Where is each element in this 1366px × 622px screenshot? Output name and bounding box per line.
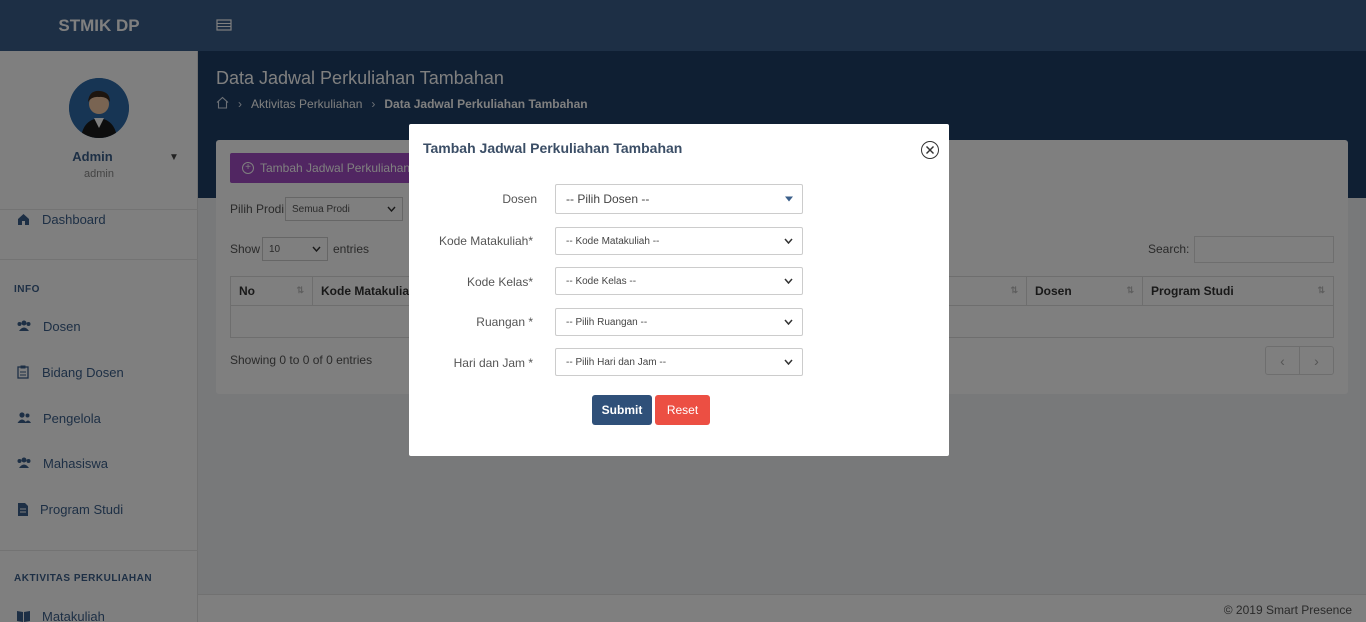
submit-button[interactable]: Submit bbox=[592, 395, 652, 425]
close-icon[interactable] bbox=[921, 141, 939, 159]
kode-kelas-select[interactable]: -- Kode Kelas -- bbox=[555, 267, 803, 295]
add-schedule-modal: Tambah Jadwal Perkuliahan Tambahan Dosen… bbox=[409, 124, 949, 456]
modal-title: Tambah Jadwal Perkuliahan Tambahan bbox=[423, 140, 683, 156]
chevron-down-icon bbox=[784, 278, 793, 284]
ruangan-label: Ruangan * bbox=[476, 315, 533, 329]
caret-down-icon bbox=[785, 196, 793, 202]
kode-matakuliah-label: Kode Matakuliah* bbox=[438, 234, 533, 248]
kode-matakuliah-select[interactable]: -- Kode Matakuliah -- bbox=[555, 227, 803, 255]
chevron-down-icon bbox=[784, 359, 793, 365]
dosen-label: Dosen bbox=[502, 192, 537, 206]
hari-jam-label: Hari dan Jam * bbox=[453, 356, 533, 370]
ruangan-select[interactable]: -- Pilih Ruangan -- bbox=[555, 308, 803, 336]
reset-button[interactable]: Reset bbox=[655, 395, 710, 425]
kode-kelas-label: Kode Kelas* bbox=[466, 275, 533, 289]
chevron-down-icon bbox=[784, 319, 793, 325]
hari-jam-select[interactable]: -- Pilih Hari dan Jam -- bbox=[555, 348, 803, 376]
chevron-down-icon bbox=[784, 238, 793, 244]
dosen-select[interactable]: -- Pilih Dosen -- bbox=[555, 184, 803, 214]
